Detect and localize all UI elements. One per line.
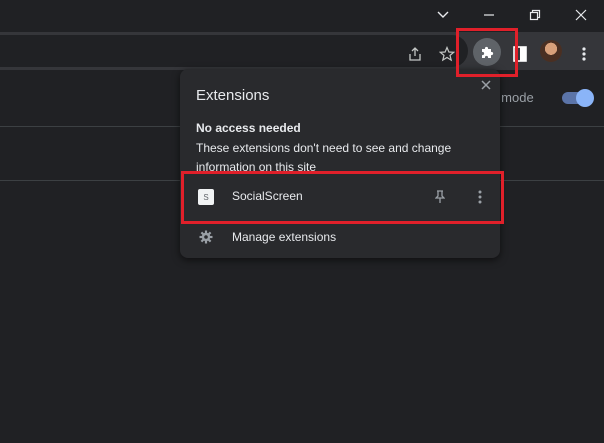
share-button[interactable] (401, 40, 429, 68)
more-vert-icon (582, 47, 586, 61)
manage-extensions-label: Manage extensions (232, 230, 337, 244)
toggle-knob (576, 89, 594, 107)
restore-button[interactable] (512, 0, 558, 30)
chevron-down-icon (437, 11, 449, 18)
address-bar[interactable] (0, 35, 468, 67)
extensions-popup: Extensions No access needed These extens… (180, 69, 500, 258)
popup-close-button[interactable] (476, 75, 496, 95)
window-close-button[interactable] (558, 0, 604, 30)
restore-icon (529, 9, 541, 21)
minimize-icon (484, 14, 494, 16)
avatar[interactable] (540, 40, 562, 62)
popup-title: Extensions (196, 87, 270, 104)
extension-row-highlight (181, 171, 504, 224)
minimize-button[interactable] (466, 0, 512, 30)
star-icon (439, 46, 455, 62)
gear-icon (199, 230, 213, 244)
manage-extensions-item[interactable]: Manage extensions (180, 221, 500, 251)
close-icon (481, 80, 491, 90)
section-description: These extensions don't need to see and c… (196, 141, 452, 172)
tab-search-button[interactable] (420, 0, 466, 30)
close-icon (575, 9, 587, 21)
browser-menu-button[interactable] (570, 40, 598, 68)
section-heading: No access needed (196, 121, 301, 135)
share-icon (409, 47, 421, 61)
extensions-button-highlight (456, 28, 518, 77)
